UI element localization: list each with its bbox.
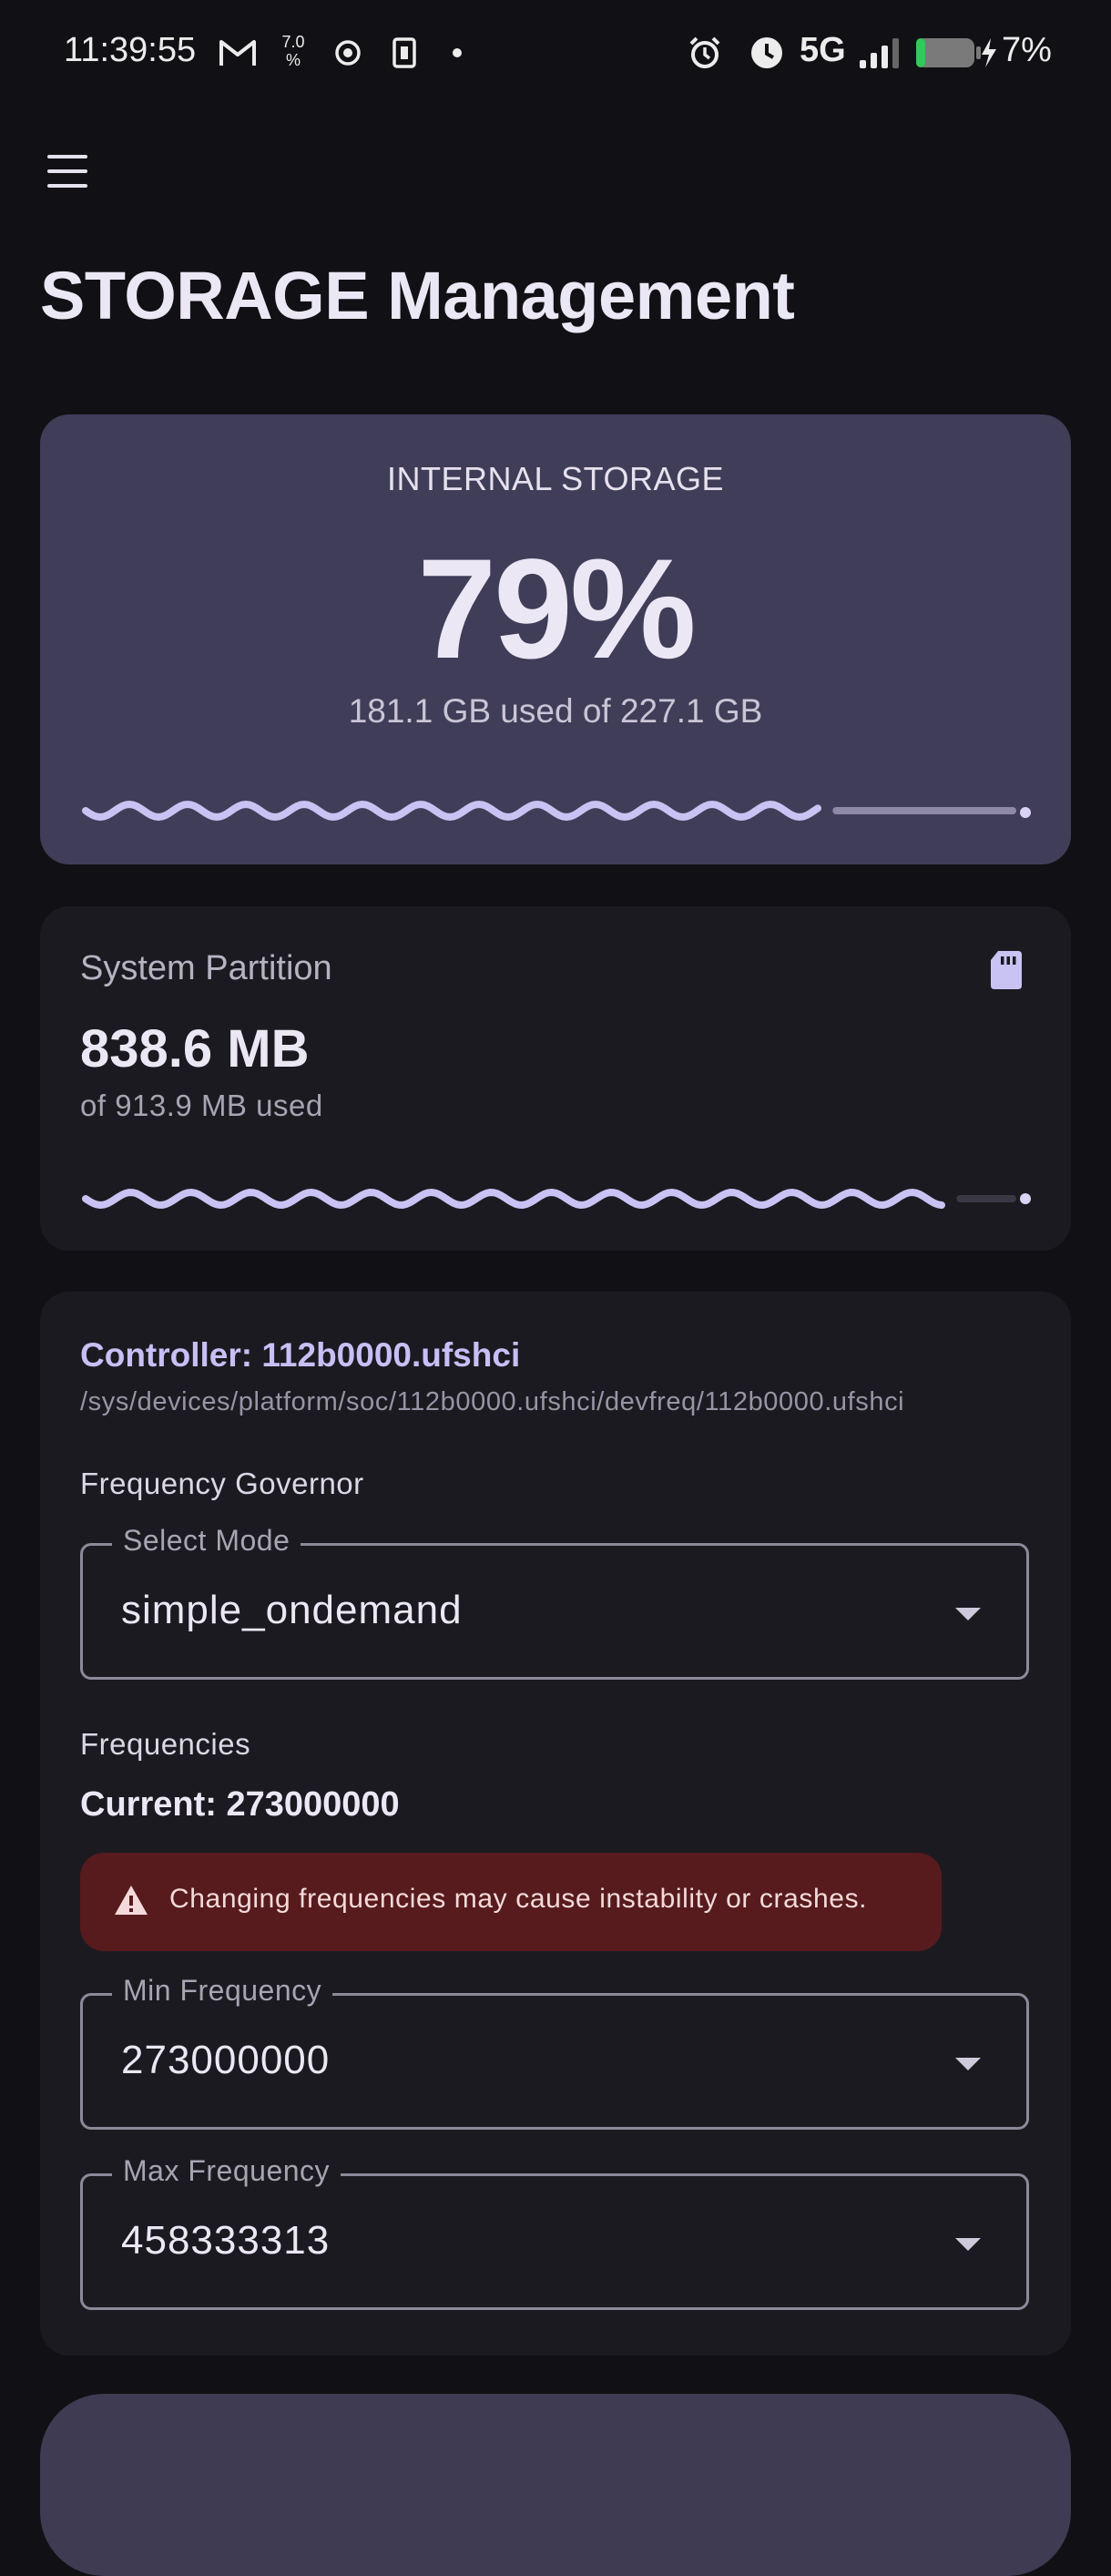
signal-icon <box>860 38 899 68</box>
sd-card-icon <box>991 951 1022 989</box>
system-partition-value: 838.6 MB <box>80 1019 310 1078</box>
current-frequency: Current: 273000000 <box>80 1785 400 1824</box>
bottom-action-card[interactable] <box>40 2394 1071 2576</box>
battery-percent: 7% <box>1002 31 1052 69</box>
dropdown-arrow-icon <box>955 2058 981 2070</box>
system-partition-label: System Partition <box>80 949 332 987</box>
progress-stop-indicator <box>1020 807 1031 818</box>
internal-storage-usage: 181.1 GB used of 227.1 GB <box>348 692 763 730</box>
status-bar: 11:39:55 7.0% 5G 7% <box>0 0 1111 100</box>
min-frequency-legend: Min Frequency <box>112 1974 333 2008</box>
dropdown-arrow-icon <box>955 1608 981 1620</box>
controller-title: Controller: 112b0000.ufshci <box>80 1336 521 1374</box>
charging-icon <box>982 38 996 67</box>
warning-triangle-icon <box>115 1886 148 1915</box>
battery-icon <box>916 38 996 67</box>
record-icon <box>335 40 361 66</box>
system-partition-sub: of 913.9 MB used <box>80 1089 323 1122</box>
internal-storage-label: INTERNAL STORAGE <box>386 460 725 497</box>
network-type: 5G <box>800 31 846 69</box>
governor-select-legend: Select Mode <box>112 1524 301 1558</box>
status-time: 11:39:55 <box>64 31 197 69</box>
max-frequency-legend: Max Frequency <box>112 2154 341 2188</box>
gmail-icon <box>219 40 256 66</box>
sim-icon <box>392 37 416 68</box>
max-frequency-select[interactable]: Max Frequency 458333313 <box>80 2154 1029 2310</box>
clock-icon <box>751 37 782 68</box>
internal-storage-progress <box>82 800 1031 822</box>
system-partition-progress <box>82 1188 1031 1210</box>
page-title: STORAGE Management <box>40 258 795 333</box>
governor-select[interactable]: Select Mode simple_ondemand <box>80 1524 1029 1680</box>
frequency-warning-banner: Changing frequencies may cause instabili… <box>80 1853 942 1951</box>
dot-icon <box>453 48 462 57</box>
min-frequency-value: 273000000 <box>121 2038 331 2082</box>
hamburger-menu-icon[interactable] <box>40 153 98 193</box>
dropdown-arrow-icon <box>955 2238 981 2251</box>
internal-storage-percent: 79% <box>417 530 696 689</box>
progress-wave-active <box>82 1188 945 1210</box>
warning-text: Changing frequencies may cause instabili… <box>169 1884 868 1914</box>
data-speed-icon: 7.0% <box>281 33 305 69</box>
progress-wave-active <box>82 800 821 822</box>
frequency-governor-label: Frequency Governor <box>80 1467 364 1500</box>
frequencies-label: Frequencies <box>80 1727 251 1761</box>
max-frequency-value: 458333313 <box>121 2218 331 2263</box>
governor-select-value: simple_ondemand <box>121 1588 463 1632</box>
controller-path: /sys/devices/platform/soc/112b0000.ufshc… <box>80 1387 905 1416</box>
progress-stop-indicator <box>1020 1193 1031 1204</box>
min-frequency-select[interactable]: Min Frequency 273000000 <box>80 1974 1029 2130</box>
alarm-icon <box>689 36 720 68</box>
